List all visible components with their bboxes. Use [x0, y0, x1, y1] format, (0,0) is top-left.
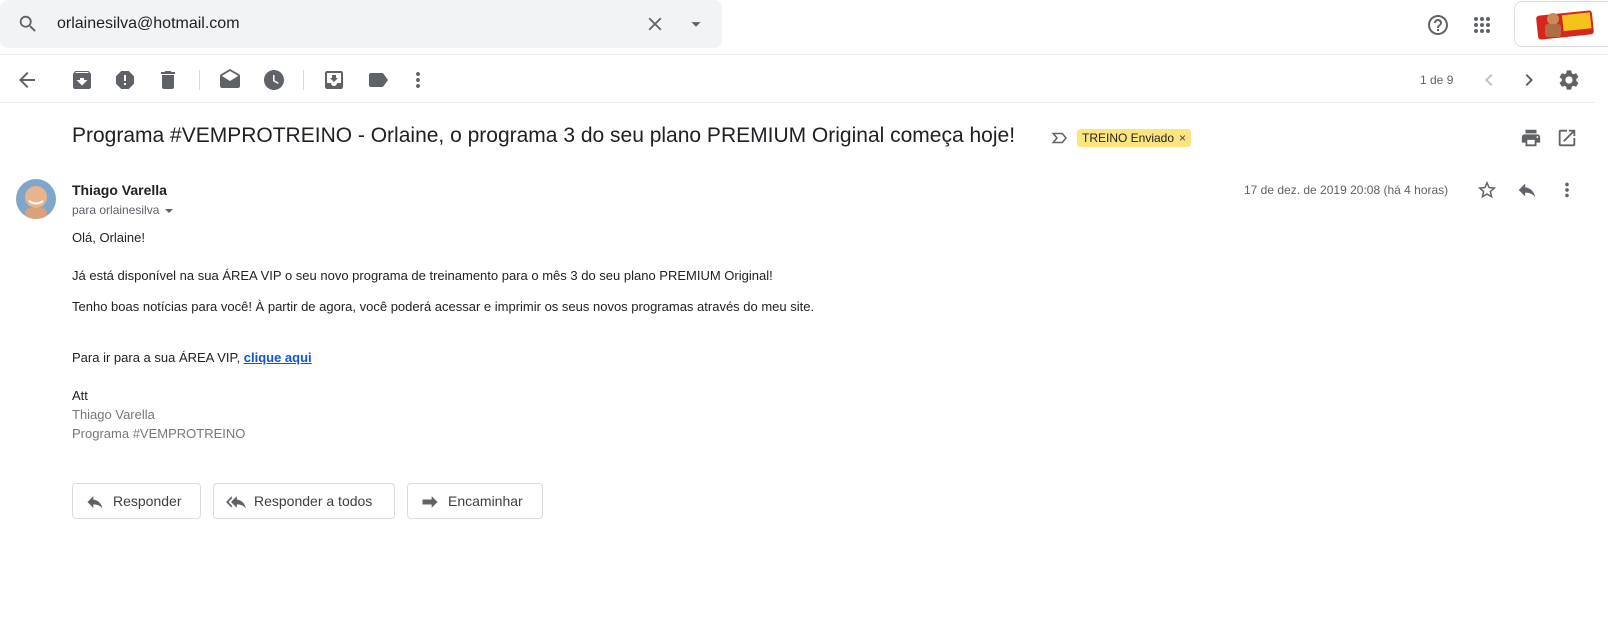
reply-all-icon — [226, 496, 246, 509]
forward-icon — [422, 496, 438, 508]
body-att: Att — [72, 388, 88, 403]
report-spam-icon[interactable] — [113, 68, 137, 92]
label-chip-text: TREINO Enviado — [1082, 131, 1175, 145]
reply-all-button[interactable]: Responder a todos — [213, 483, 395, 519]
back-icon[interactable] — [15, 68, 39, 92]
reply-icon[interactable] — [1516, 179, 1538, 201]
sender-name[interactable]: Thiago Varella — [72, 182, 167, 198]
body-greeting: Olá, Orlaine! — [72, 230, 145, 245]
toolbar-divider — [303, 70, 304, 90]
reply-button[interactable]: Responder — [72, 483, 201, 519]
label-chip[interactable]: TREINO Enviado × — [1077, 129, 1192, 147]
sender-avatar[interactable] — [16, 179, 56, 219]
reply-icon — [87, 496, 103, 509]
clear-search-icon[interactable] — [644, 13, 666, 35]
move-to-inbox-icon[interactable] — [322, 68, 346, 92]
message-more-icon[interactable] — [1556, 179, 1578, 201]
signature-program: Programa #VEMPROTREINO — [72, 426, 246, 441]
label-icon[interactable] — [366, 68, 390, 92]
mark-unread-icon[interactable] — [218, 68, 242, 92]
forward-button[interactable]: Encaminhar — [407, 483, 543, 519]
open-new-window-icon[interactable] — [1556, 127, 1578, 149]
settings-gear-icon[interactable] — [1557, 68, 1581, 92]
newer-chevron-left-icon[interactable] — [1477, 68, 1501, 92]
body-line-1: Já está disponível na sua ÁREA VIP o seu… — [72, 268, 773, 283]
recipient-line[interactable]: para orlainesilva — [72, 203, 174, 217]
account-button[interactable] — [1514, 1, 1608, 47]
search-options-icon[interactable] — [685, 13, 707, 35]
body-link-prefix: Para ir para a sua ÁREA VIP, — [72, 350, 244, 365]
search-bar[interactable]: orlainesilva@hotmail.com — [0, 0, 722, 48]
print-icon[interactable] — [1520, 127, 1542, 149]
help-icon[interactable] — [1426, 13, 1450, 37]
archive-icon[interactable] — [70, 68, 94, 92]
email-subject: Programa #VEMPROTREINO - Orlaine, o prog… — [72, 124, 1016, 147]
body-line-2: Tenho boas notícias para você! À partir … — [72, 299, 815, 314]
star-icon[interactable] — [1476, 179, 1498, 201]
more-options-icon[interactable] — [406, 68, 430, 92]
search-icon[interactable] — [17, 13, 39, 35]
apps-grid-icon[interactable] — [1470, 13, 1494, 37]
subject-row: Programa #VEMPROTREINO - Orlaine, o prog… — [0, 120, 1608, 156]
older-chevron-right-icon[interactable] — [1517, 68, 1541, 92]
vip-area-link[interactable]: clique aqui — [244, 350, 312, 365]
toolbar-divider — [199, 70, 200, 90]
reply-button-label: Responder — [113, 493, 182, 509]
importance-marker-icon[interactable] — [1051, 129, 1069, 147]
message-date: 17 de dez. de 2019 20:08 (há 4 horas) — [1244, 183, 1449, 197]
reply-all-button-label: Responder a todos — [254, 493, 373, 509]
remove-label-button[interactable]: × — [1179, 131, 1186, 145]
message-toolbar: 1 de 9 — [0, 56, 1594, 103]
delete-icon[interactable] — [156, 68, 180, 92]
chevron-down-icon[interactable] — [165, 208, 174, 213]
brand-logo — [1536, 10, 1594, 40]
body-link-line: Para ir para a sua ÁREA VIP, clique aqui — [72, 350, 312, 365]
recipient-text: para orlainesilva — [72, 203, 160, 217]
snooze-icon[interactable] — [262, 68, 286, 92]
search-input[interactable]: orlainesilva@hotmail.com — [57, 15, 240, 33]
top-bar: orlainesilva@hotmail.com — [0, 0, 1608, 55]
pagination-count: 1 de 9 — [1420, 73, 1454, 87]
signature-name: Thiago Varella — [72, 407, 155, 422]
forward-button-label: Encaminhar — [448, 493, 523, 509]
